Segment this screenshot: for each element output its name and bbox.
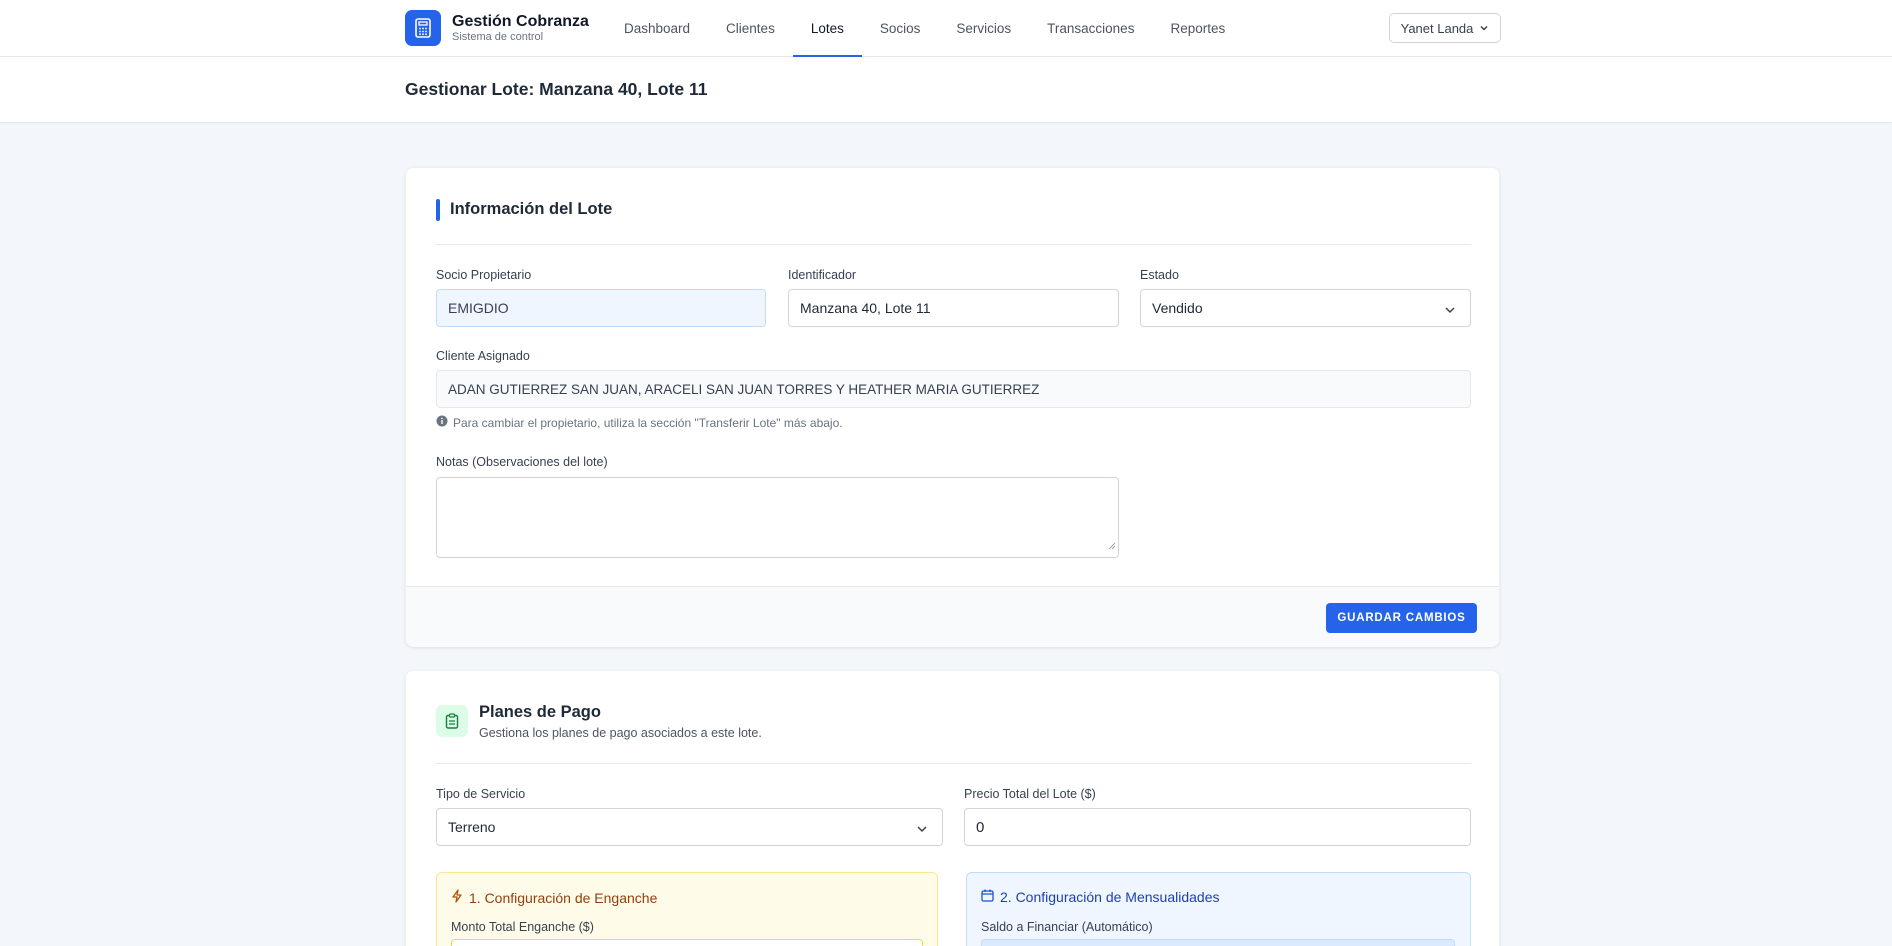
lot-info-footer: GUARDAR CAMBIOS (406, 586, 1499, 647)
monthly-balance-field (981, 939, 1455, 946)
brand[interactable]: Gestión Cobranza Sistema de control (405, 10, 589, 46)
owner-label: Socio Propietario (436, 268, 532, 282)
identifier-label: Identificador (788, 268, 857, 282)
service-type-select[interactable]: Terreno (436, 808, 943, 846)
nav-servicios[interactable]: Servicios (938, 0, 1029, 57)
total-price-value: 0 (976, 818, 985, 836)
identifier-value: Manzana 40, Lote 11 (800, 300, 931, 316)
calculator-icon (405, 10, 441, 46)
nav-reportes[interactable]: Reportes (1152, 0, 1243, 57)
resize-grip-icon[interactable] (1107, 537, 1116, 555)
monthly-config: 2. Configuración de Mensualidades Saldo … (966, 872, 1471, 946)
nav-transacciones[interactable]: Transacciones (1029, 0, 1152, 57)
monthly-balance-label: Saldo a Financiar (Automático) (981, 920, 1153, 934)
chevron-down-icon (916, 822, 928, 838)
section-divider (436, 244, 1471, 245)
down-payment-title: 1. Configuración de Enganche (451, 889, 657, 906)
notes-textarea[interactable] (436, 477, 1119, 558)
owner-field[interactable]: EMIGDIO (436, 289, 766, 327)
app-subtitle: Sistema de control (452, 30, 544, 43)
calendar-icon (981, 889, 994, 905)
page-header: Gestionar Lote: Manzana 40, Lote 11 (0, 57, 1892, 123)
down-payment-amount-label: Monto Total Enganche ($) (451, 920, 594, 934)
nav-lotes[interactable]: Lotes (792, 0, 862, 57)
notes-label: Notas (Observaciones del lote) (436, 455, 608, 469)
top-navigation: Gestión Cobranza Sistema de control Dash… (0, 0, 1892, 57)
down-payment-config: 1. Configuración de Enganche Monto Total… (436, 872, 938, 946)
client-field: ADAN GUTIERREZ SAN JUAN, ARACELI SAN JUA… (436, 370, 1471, 408)
status-value: Vendido (1152, 300, 1203, 316)
info-circle-icon (436, 415, 448, 430)
main-nav: Dashboard Clientes Lotes Socios Servicio… (606, 0, 1243, 57)
owner-value: EMIGDIO (448, 300, 509, 316)
chevron-down-icon (1479, 21, 1489, 36)
section-accent-bar (436, 199, 440, 221)
lightning-icon (451, 889, 463, 906)
user-menu-button[interactable]: Yanet Landa (1389, 13, 1501, 43)
service-type-label: Tipo de Servicio (436, 787, 526, 801)
lot-info-title: Información del Lote (450, 200, 613, 218)
down-payment-title-text: 1. Configuración de Enganche (469, 889, 658, 906)
total-price-label: Precio Total del Lote ($) (964, 787, 1096, 801)
client-value: ADAN GUTIERREZ SAN JUAN, ARACELI SAN JUA… (448, 381, 1040, 397)
clipboard-icon (436, 705, 468, 737)
status-label: Estado (1140, 268, 1179, 282)
service-type-value: Terreno (448, 819, 496, 835)
down-payment-amount-input[interactable] (451, 939, 923, 946)
owner-hint: Para cambiar el propietario, utiliza la … (436, 415, 843, 430)
client-label: Cliente Asignado (436, 349, 530, 363)
monthly-title: 2. Configuración de Mensualidades (981, 889, 1219, 905)
app-title: Gestión Cobranza (452, 12, 589, 30)
lot-info-card: Información del Lote Socio Propietario E… (405, 167, 1500, 647)
nav-socios[interactable]: Socios (862, 0, 939, 57)
nav-dashboard[interactable]: Dashboard (606, 0, 708, 57)
owner-hint-text: Para cambiar el propietario, utiliza la … (453, 415, 843, 430)
payment-plans-subtitle: Gestiona los planes de pago asociados a … (479, 726, 762, 740)
chevron-down-icon (1444, 303, 1456, 319)
nav-clientes[interactable]: Clientes (708, 0, 793, 57)
section-divider (436, 763, 1471, 764)
payment-plans-title: Planes de Pago (479, 703, 601, 721)
identifier-input[interactable]: Manzana 40, Lote 11 (788, 289, 1119, 327)
user-name: Yanet Landa (1400, 20, 1474, 36)
payment-plans-card: Planes de Pago Gestiona los planes de pa… (405, 670, 1500, 946)
monthly-title-text: 2. Configuración de Mensualidades (1000, 889, 1220, 905)
page-title: Gestionar Lote: Manzana 40, Lote 11 (405, 79, 708, 99)
status-select[interactable]: Vendido (1140, 289, 1471, 327)
total-price-input[interactable]: 0 (964, 808, 1471, 846)
save-changes-button[interactable]: GUARDAR CAMBIOS (1326, 603, 1477, 633)
